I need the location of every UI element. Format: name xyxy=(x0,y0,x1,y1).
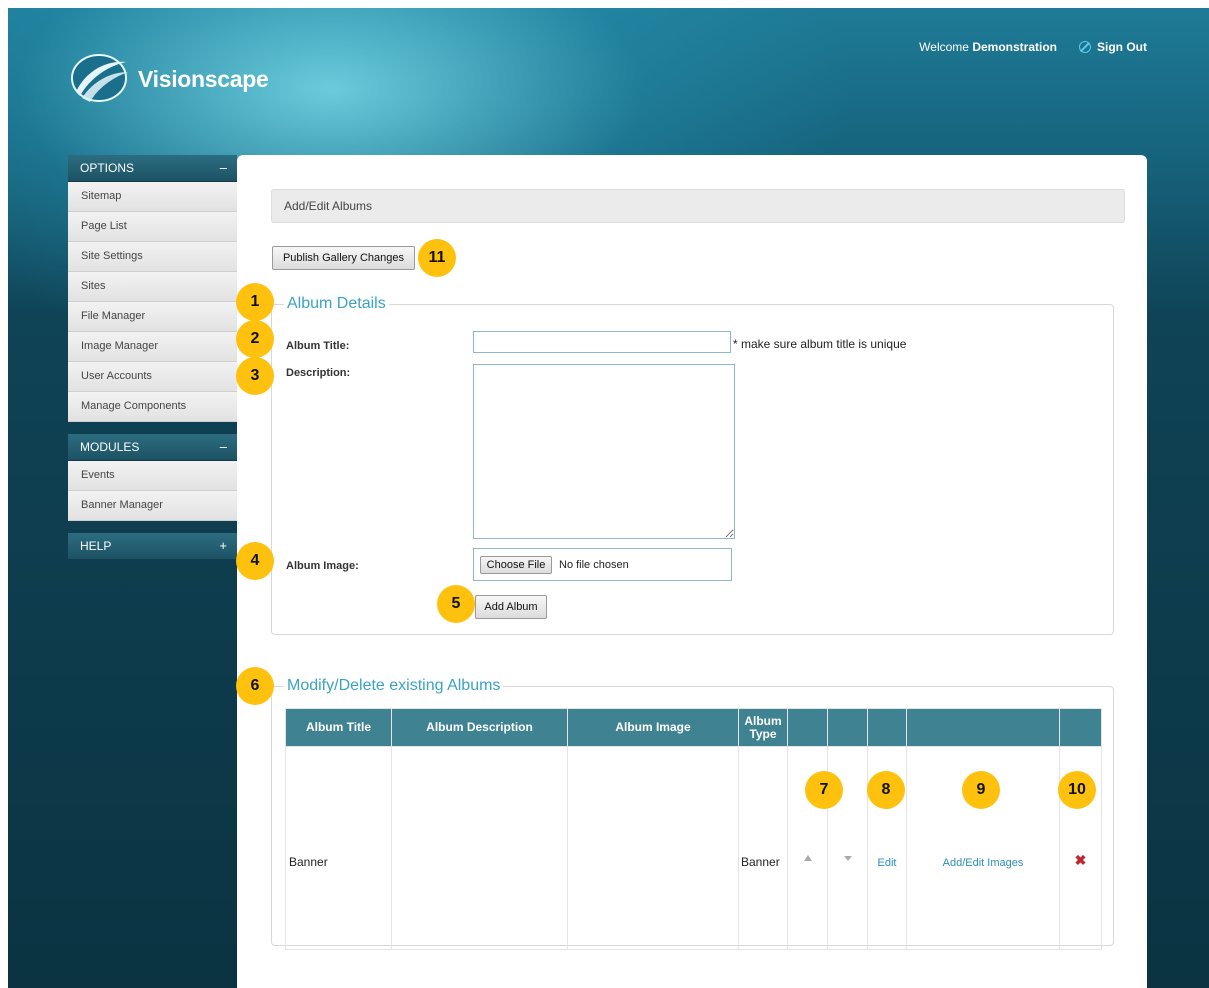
column-header-edit xyxy=(867,708,907,747)
albums-table: Album Title Album Description Album Imag… xyxy=(285,708,1102,950)
sidebar-item-page-list[interactable]: Page List xyxy=(68,212,237,242)
logo[interactable]: Visionscape xyxy=(68,52,288,104)
callout-badge-11: 11 xyxy=(418,239,456,277)
sidebar-item-banner-manager[interactable]: Banner Manager xyxy=(68,491,237,521)
delete-icon[interactable]: ✖ xyxy=(1075,852,1087,868)
file-status: No file chosen xyxy=(559,559,629,571)
callout-badge-2: 2 xyxy=(236,320,274,358)
frame-border xyxy=(0,0,8,988)
column-header-move-up xyxy=(787,708,828,747)
user-bar: Welcome Demonstration Sign Out xyxy=(919,40,1147,54)
choose-file-button[interactable]: Choose File xyxy=(480,556,552,574)
sign-out-link[interactable]: Sign Out xyxy=(1079,40,1147,54)
expand-icon[interactable]: + xyxy=(219,533,227,559)
column-header-album-title: Album Title xyxy=(285,708,392,747)
album-title-hint: * make sure album title is unique xyxy=(733,337,907,351)
collapse-icon[interactable]: – xyxy=(220,155,227,181)
brand-name: Visionscape xyxy=(138,66,269,92)
album-title-label: Album Title: xyxy=(286,340,350,352)
sidebar-section-options[interactable]: OPTIONS – xyxy=(68,155,237,182)
sidebar: OPTIONS – Sitemap Page List Site Setting… xyxy=(68,155,237,560)
album-description-cell xyxy=(391,746,568,950)
sign-out-label: Sign Out xyxy=(1097,40,1147,54)
frame-border xyxy=(0,0,1209,8)
add-album-button[interactable]: Add Album xyxy=(475,595,547,619)
callout-badge-3: 3 xyxy=(236,357,274,395)
callout-badge-7: 7 xyxy=(805,771,843,809)
sidebar-item-sitemap[interactable]: Sitemap xyxy=(68,182,237,212)
callout-badge-5: 5 xyxy=(437,585,475,623)
sidebar-item-user-accounts[interactable]: User Accounts xyxy=(68,362,237,392)
sign-out-icon xyxy=(1079,41,1091,53)
logo-swoosh-icon xyxy=(71,54,128,102)
publish-gallery-button[interactable]: Publish Gallery Changes xyxy=(272,246,415,270)
edit-link[interactable]: Edit xyxy=(878,857,897,869)
sidebar-item-site-settings[interactable]: Site Settings xyxy=(68,242,237,272)
sidebar-item-sites[interactable]: Sites xyxy=(68,272,237,302)
sidebar-item-image-manager[interactable]: Image Manager xyxy=(68,332,237,362)
section-title: HELP xyxy=(80,539,112,553)
breadcrumb: Add/Edit Albums xyxy=(271,189,1125,223)
album-title-input[interactable] xyxy=(473,331,731,353)
description-textarea[interactable] xyxy=(473,364,735,539)
column-header-album-image: Album Image xyxy=(567,708,739,747)
sidebar-item-file-manager[interactable]: File Manager xyxy=(68,302,237,332)
table-header-row: Album Title Album Description Album Imag… xyxy=(285,708,1102,747)
callout-badge-10: 10 xyxy=(1058,771,1096,809)
main-panel: Add/Edit Albums Publish Gallery Changes … xyxy=(237,155,1147,988)
welcome-text: Welcome Demonstration xyxy=(919,40,1057,54)
column-header-album-description: Album Description xyxy=(391,708,568,747)
sidebar-section-modules[interactable]: MODULES – xyxy=(68,434,237,461)
description-label: Description: xyxy=(286,367,351,379)
existing-albums-legend: Modify/Delete existing Albums xyxy=(287,677,501,694)
welcome-prefix: Welcome xyxy=(919,40,969,54)
album-details-legend: Album Details xyxy=(287,295,386,312)
column-header-album-type: Album Type xyxy=(738,708,788,747)
callout-badge-4: 4 xyxy=(236,542,274,580)
column-header-images xyxy=(906,708,1060,747)
album-image-label: Album Image: xyxy=(286,560,359,572)
move-up-icon[interactable] xyxy=(803,855,812,861)
move-down-icon[interactable] xyxy=(843,855,852,861)
album-type-cell: Banner xyxy=(738,746,788,950)
column-header-move-down xyxy=(827,708,868,747)
sidebar-item-events[interactable]: Events xyxy=(68,461,237,491)
callout-badge-8: 8 xyxy=(867,771,905,809)
album-image-file-input[interactable]: Choose File No file chosen xyxy=(473,548,732,581)
column-header-delete xyxy=(1059,708,1102,747)
collapse-icon[interactable]: – xyxy=(220,434,227,460)
callout-badge-9: 9 xyxy=(962,771,1000,809)
sidebar-item-manage-components[interactable]: Manage Components xyxy=(68,392,237,422)
user-name: Demonstration xyxy=(972,40,1057,54)
album-image-cell xyxy=(567,746,739,950)
section-title: MODULES xyxy=(80,440,140,454)
callout-badge-6: 6 xyxy=(236,667,274,705)
callout-badge-1: 1 xyxy=(236,283,274,321)
sidebar-section-help[interactable]: HELP + xyxy=(68,533,237,560)
add-edit-images-link[interactable]: Add/Edit Images xyxy=(943,857,1024,869)
section-title: OPTIONS xyxy=(80,161,135,175)
album-title-cell: Banner xyxy=(285,746,392,950)
